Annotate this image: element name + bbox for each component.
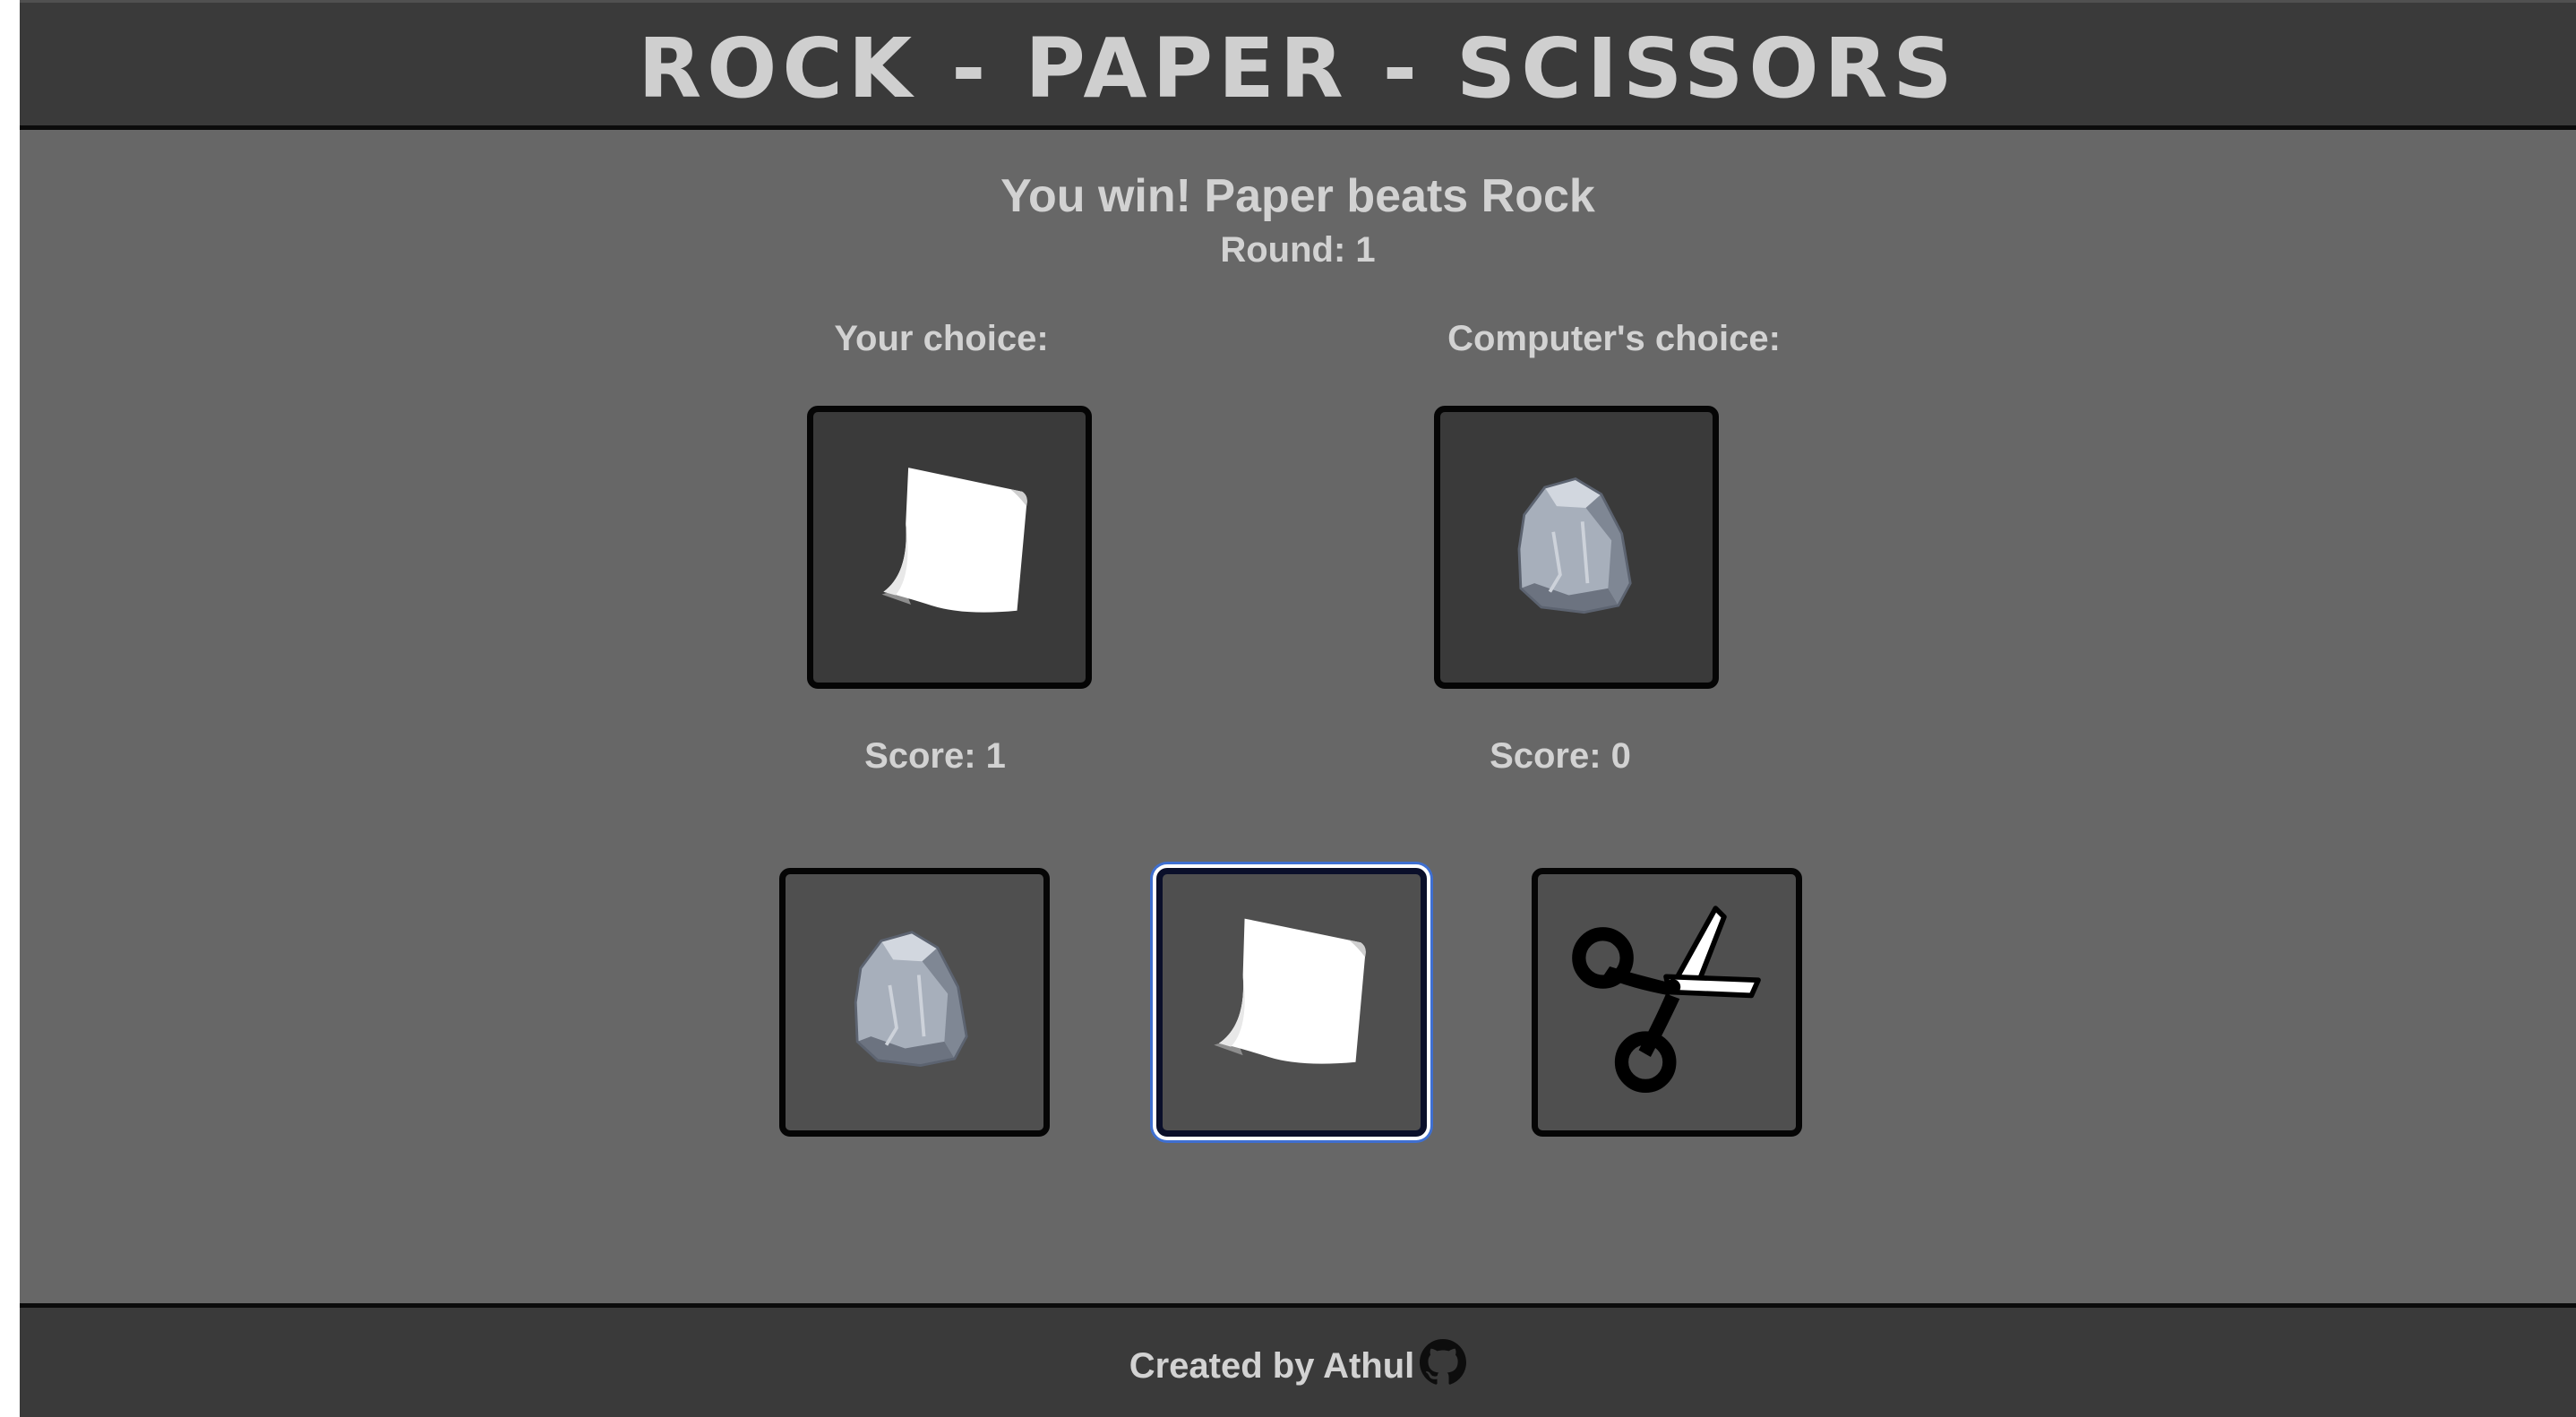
game-app: ROCK - PAPER - SCISSORS You win! Paper b… [20, 0, 2576, 1417]
result-message: You win! Paper beats Rock [1000, 170, 1595, 222]
paper-icon [1214, 918, 1366, 1064]
credit-text: Created by Athul [1129, 1346, 1415, 1386]
rock-icon [1517, 477, 1632, 614]
player-choice-display [807, 406, 1092, 689]
computer-score: Score: 0 [1490, 736, 1631, 776]
computer-choice-display [1434, 406, 1719, 689]
footer-credit: Created by Athul [20, 1339, 2576, 1391]
header-bar: ROCK - PAPER - SCISSORS [20, 0, 2576, 130]
rock-button[interactable] [779, 868, 1050, 1137]
rock-icon [854, 931, 968, 1067]
player-choice-label: Your choice: [834, 319, 1049, 358]
player-score: Score: 1 [864, 736, 1006, 776]
computer-choice-label: Computer's choice: [1447, 319, 1781, 358]
page-title: ROCK - PAPER - SCISSORS [638, 21, 1958, 116]
paper-icon [881, 468, 1027, 613]
footer-bar: Created by Athul [20, 1303, 2576, 1417]
scissors-icon [1572, 906, 1761, 1094]
scissors-button[interactable] [1532, 868, 1802, 1137]
paper-button[interactable] [1156, 868, 1427, 1137]
round-counter: Round: 1 [1220, 230, 1376, 270]
github-icon[interactable] [1420, 1339, 1467, 1386]
